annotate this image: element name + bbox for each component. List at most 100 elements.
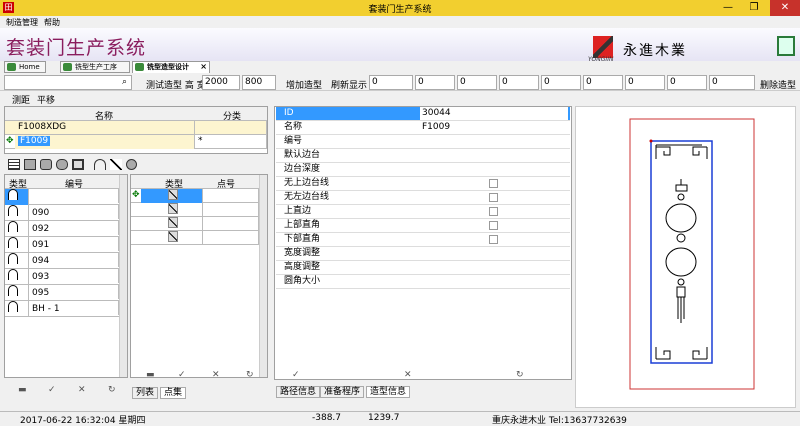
param-input[interactable]: 0 — [583, 75, 623, 90]
close-tab-icon[interactable]: × — [200, 62, 207, 72]
property-row[interactable]: 无左边台线 — [276, 191, 570, 205]
property-row[interactable]: 下部直角 — [276, 233, 570, 247]
property-key: 编号 — [284, 136, 303, 146]
nav-first-button[interactable]: ▬ — [146, 370, 155, 380]
nav-refresh-button[interactable]: ↻ — [516, 370, 524, 380]
tab-production[interactable]: 铣型生产工序 — [60, 61, 130, 73]
table-row[interactable] — [131, 217, 259, 231]
property-value: F1009 — [422, 122, 451, 132]
menu-manufacturing[interactable]: 制造管理 — [6, 17, 38, 28]
add-shape-button[interactable]: 增加造型 — [286, 78, 322, 91]
tab-points[interactable]: 点集 — [160, 387, 187, 399]
table-row[interactable] — [131, 231, 259, 245]
arch-icon[interactable] — [94, 159, 106, 170]
drawing-canvas[interactable] — [575, 106, 796, 408]
property-row[interactable]: 上部直角 — [276, 219, 570, 233]
property-row[interactable]: 上直边 — [276, 205, 570, 219]
table-row[interactable] — [5, 189, 119, 205]
property-checkbox[interactable] — [489, 221, 498, 230]
nav-cancel-button[interactable]: ✕ — [212, 370, 220, 380]
nav-confirm-button[interactable]: ✓ — [48, 385, 56, 395]
maximize-button[interactable]: ❐ — [742, 0, 766, 16]
nav-refresh-button[interactable]: ↻ — [108, 385, 116, 395]
scrollbar[interactable] — [119, 175, 127, 377]
tab-path-info[interactable]: 路径信息 — [276, 386, 321, 398]
param-input[interactable]: 0 — [415, 75, 455, 90]
origin-point — [649, 139, 653, 143]
param-input[interactable]: 0 — [457, 75, 497, 90]
property-checkbox[interactable] — [489, 207, 498, 216]
property-row[interactable]: 编号 — [276, 135, 570, 149]
circle-icon[interactable] — [126, 159, 137, 170]
arch-icon — [8, 253, 18, 264]
rect-icon[interactable] — [24, 159, 36, 170]
close-button[interactable]: ✕ — [770, 0, 800, 16]
company-name: 永進木業 — [623, 43, 687, 59]
line-type-icon — [168, 231, 178, 242]
height-input[interactable]: 2000 — [202, 75, 240, 90]
property-row[interactable]: 默认边台 — [276, 149, 570, 163]
window-title: 套装门生产系统 — [368, 5, 432, 15]
param-input[interactable]: 0 — [625, 75, 665, 90]
nav-confirm-button[interactable]: ✓ — [292, 370, 300, 380]
table-row[interactable]: 094 — [5, 253, 119, 269]
tab-list[interactable]: 列表 — [132, 387, 159, 399]
nav-refresh-button[interactable]: ↻ — [246, 370, 254, 380]
test-shape-label: 测试造型 高 宽 — [146, 81, 206, 91]
param-input[interactable]: 0 — [369, 75, 413, 90]
nav-confirm-button[interactable]: ✓ — [178, 370, 186, 380]
property-checkbox[interactable] — [489, 193, 498, 202]
search-input[interactable]: ⌕ — [4, 75, 132, 90]
tab-shape-info[interactable]: 造型信息 — [366, 386, 411, 398]
param-input[interactable]: 0 — [499, 75, 539, 90]
tab-design[interactable]: 铣型造型设计 × — [132, 61, 210, 73]
rounded-rect-icon[interactable] — [40, 159, 52, 170]
property-checkbox[interactable] — [489, 235, 498, 244]
diagonal-icon[interactable] — [110, 159, 122, 170]
property-row[interactable]: ID 30044 — [276, 107, 570, 121]
frame-icon[interactable] — [72, 159, 84, 170]
property-row[interactable]: 边台深度 — [276, 163, 570, 177]
param-input[interactable]: 0 — [667, 75, 707, 90]
table-row-selected[interactable]: ✥ F1009 * — [5, 135, 267, 149]
scrollbar[interactable] — [259, 175, 267, 377]
width-input[interactable]: 800 — [242, 75, 276, 90]
param-input[interactable]: 0 — [709, 75, 755, 90]
translate-button[interactable]: 平移 — [37, 93, 55, 106]
tab-home[interactable]: Home — [4, 61, 46, 73]
table-row[interactable]: F1008XDG — [5, 121, 267, 135]
property-key: 名称 — [284, 122, 303, 132]
table-row[interactable]: ✥ — [131, 189, 259, 203]
property-row[interactable]: 圆角大小 — [276, 275, 570, 289]
oval-icon[interactable] — [56, 159, 68, 170]
minimize-button[interactable]: — — [716, 0, 740, 16]
table-row[interactable]: 095 — [5, 285, 119, 301]
measure-button[interactable]: 测距 — [12, 93, 30, 106]
status-datetime: 2017-06-22 16:32:04 星期四 — [20, 416, 146, 426]
refresh-button[interactable]: 刷新显示 — [331, 78, 367, 91]
property-row[interactable]: 高度调整 — [276, 261, 570, 275]
table-row[interactable]: 093 — [5, 269, 119, 285]
table-row[interactable]: 091 — [5, 237, 119, 253]
param-input[interactable]: 0 — [541, 75, 581, 90]
nav-cancel-button[interactable]: ✕ — [78, 385, 86, 395]
table-row[interactable]: BH - 1 — [5, 301, 119, 317]
nav-first-button[interactable]: ▬ — [18, 385, 27, 395]
status-y: 1239.7 — [368, 413, 400, 423]
search-icon[interactable]: ⌕ — [122, 76, 127, 89]
table-row[interactable]: 090 — [5, 205, 119, 221]
tab-prep-program[interactable]: 准备程序 — [320, 386, 365, 398]
table-row[interactable] — [131, 203, 259, 217]
shape-icon-bar — [8, 158, 138, 172]
property-row[interactable]: 宽度调整 — [276, 247, 570, 261]
delete-shape-button[interactable]: 删除造型 — [760, 78, 796, 91]
exit-icon[interactable] — [777, 36, 795, 56]
property-row[interactable]: 名称 F1009 — [276, 121, 570, 135]
tab-icon — [63, 63, 72, 71]
lines-icon[interactable] — [8, 159, 20, 170]
property-checkbox[interactable] — [489, 179, 498, 188]
table-row[interactable]: 092 — [5, 221, 119, 237]
menu-help[interactable]: 帮助 — [44, 17, 60, 28]
nav-cancel-button[interactable]: ✕ — [404, 370, 412, 380]
property-row[interactable]: 无上边台线 — [276, 177, 570, 191]
